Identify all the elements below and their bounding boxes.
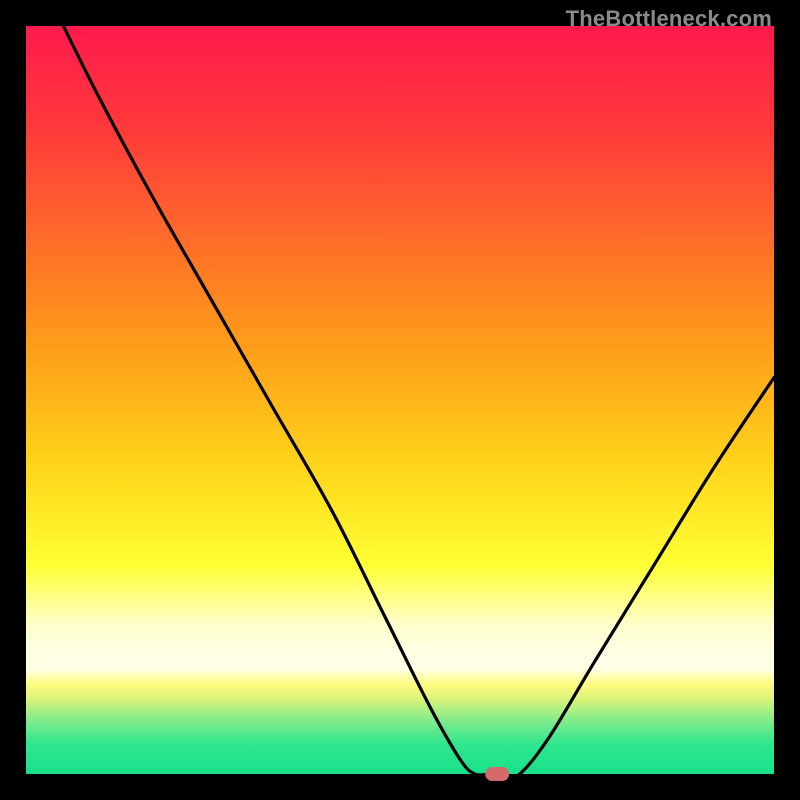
bottleneck-curve <box>63 26 774 777</box>
chart-frame: TheBottleneck.com <box>0 0 800 800</box>
optimal-marker <box>485 767 509 781</box>
attribution-label: TheBottleneck.com <box>566 6 772 32</box>
curve-layer <box>26 26 774 774</box>
